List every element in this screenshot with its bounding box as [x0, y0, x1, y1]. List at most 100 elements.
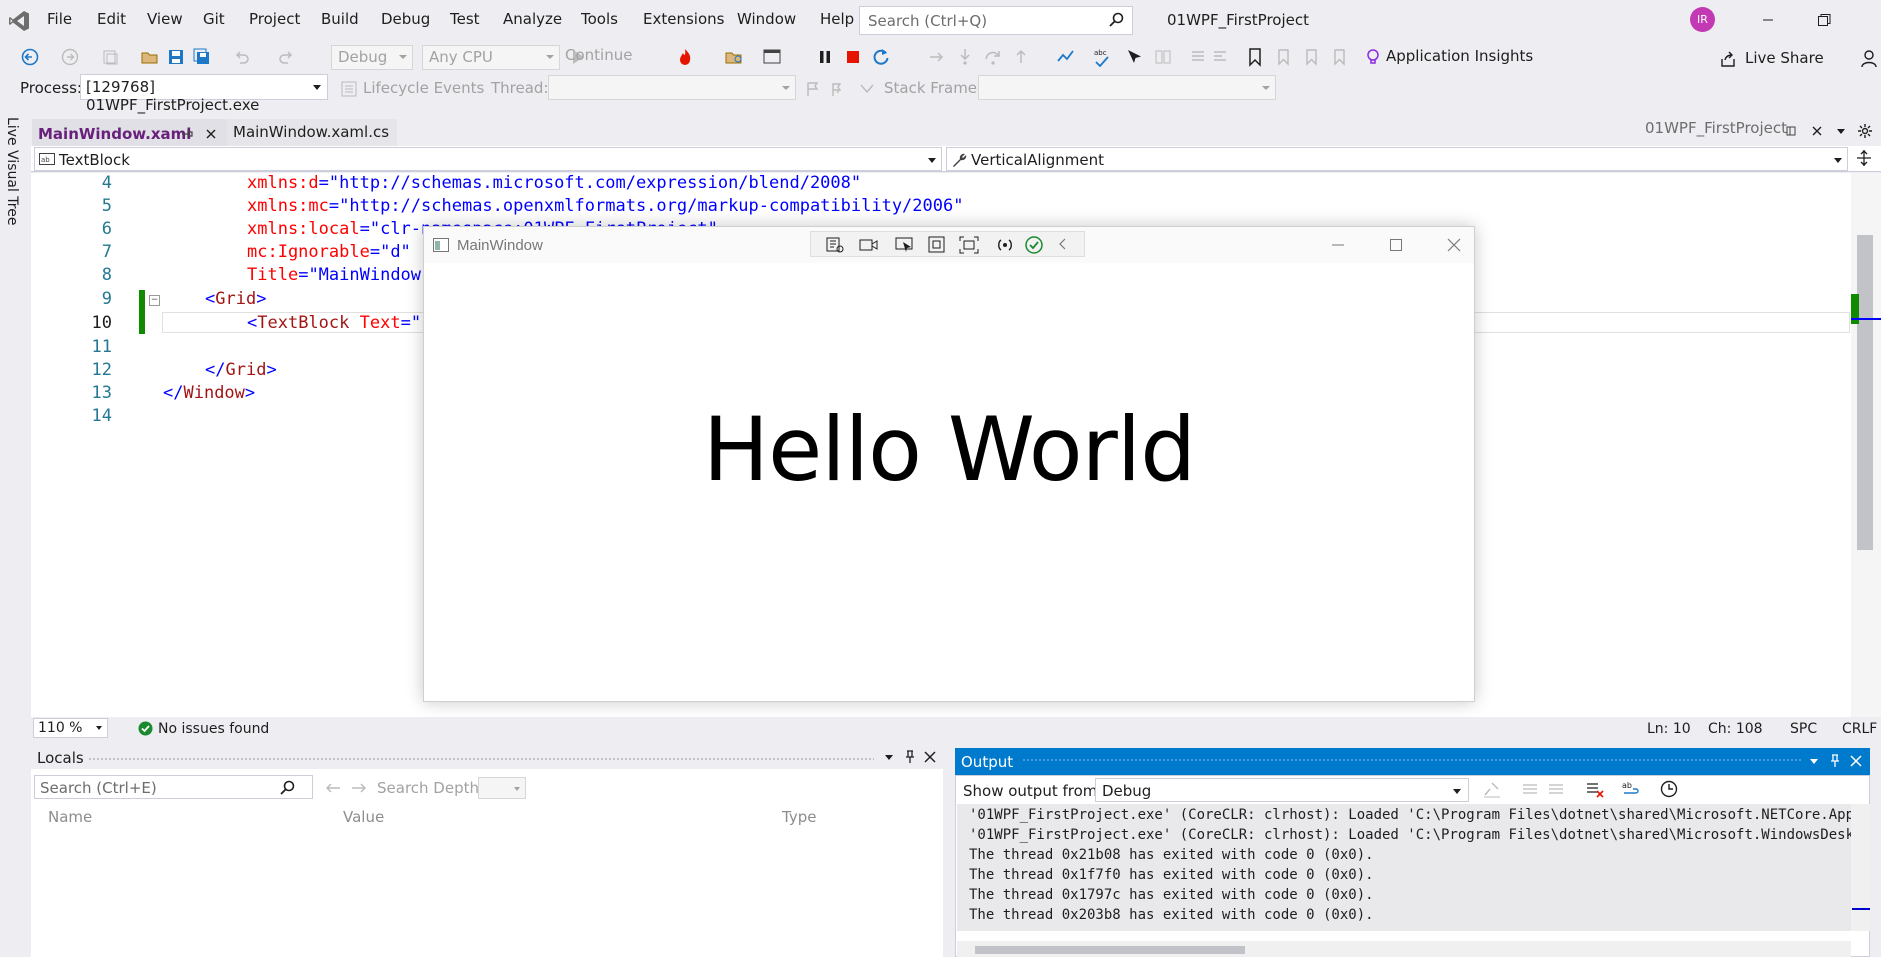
wpf-close-icon[interactable]	[1445, 236, 1463, 254]
binding-failures-icon[interactable]	[995, 236, 1015, 254]
flag-thread-icon[interactable]	[804, 80, 822, 98]
hot-reload-icon[interactable]	[675, 47, 695, 67]
wpf-titlebar[interactable]: MainWindow	[424, 227, 1474, 263]
output-scroll-thumb[interactable]	[975, 946, 1245, 954]
spell-check-icon[interactable]: abc	[1092, 47, 1112, 67]
clear-bookmarks-icon[interactable]	[1329, 47, 1349, 67]
visual-studio-logo-icon[interactable]	[8, 10, 30, 32]
close-tab-icon[interactable]	[204, 127, 218, 141]
diagnostics-icon[interactable]	[1056, 47, 1076, 67]
solution-explorer-icon[interactable]	[724, 47, 744, 67]
search-input[interactable]: Search (Ctrl+Q)	[859, 6, 1133, 35]
toggle-frames-icon[interactable]	[858, 80, 876, 98]
locals-dropdown-icon[interactable]	[883, 751, 895, 763]
open-folder-icon[interactable]	[140, 47, 160, 67]
menu-help[interactable]: Help	[820, 10, 854, 28]
stack-frame-combo[interactable]	[978, 75, 1276, 100]
locals-column-name[interactable]: Name	[48, 808, 92, 826]
menu-extensions[interactable]: Extensions	[643, 10, 724, 28]
previous-message-icon[interactable]	[1520, 779, 1540, 799]
restart-icon[interactable]	[871, 47, 891, 67]
menu-build[interactable]: Build	[321, 10, 359, 28]
line-indicator[interactable]: Ln: 10	[1647, 721, 1691, 737]
locals-pin-icon[interactable]	[903, 749, 917, 765]
redo-icon[interactable]	[276, 47, 296, 67]
output-source-combo[interactable]: Debug	[1095, 778, 1469, 802]
menu-debug[interactable]: Debug	[381, 10, 430, 28]
restore-window-icon[interactable]	[1813, 9, 1835, 31]
settings-gear-icon[interactable]	[1857, 123, 1873, 139]
search-forward-icon[interactable]	[350, 781, 368, 795]
toggle-word-wrap-icon[interactable]: ab	[1621, 779, 1641, 799]
locals-search-input[interactable]: Search (Ctrl+E)	[34, 775, 313, 799]
close-preview-tab-icon[interactable]	[1810, 124, 1824, 138]
select-element-icon[interactable]	[1125, 47, 1145, 67]
zoom-combo[interactable]: 110 %	[33, 718, 108, 738]
find-message-icon[interactable]	[1482, 779, 1502, 799]
output-dropdown-icon[interactable]	[1808, 755, 1820, 767]
tab-mainwindow-xaml-cs[interactable]: MainWindow.xaml.cs	[227, 119, 397, 146]
wpf-minimize-icon[interactable]	[1329, 236, 1347, 254]
locals-close-icon[interactable]	[923, 750, 937, 764]
process-combo[interactable]: [129768] 01WPF_FirstProject.exe	[80, 74, 328, 114]
tab-project-preview[interactable]: 01WPF_FirstProject	[1645, 119, 1787, 137]
go-to-live-visual-tree-icon[interactable]	[825, 236, 845, 254]
next-bookmark-icon[interactable]	[1301, 47, 1321, 67]
menu-file[interactable]: File	[47, 10, 72, 28]
stop-debugging-icon[interactable]	[843, 47, 863, 67]
thread-combo[interactable]	[548, 75, 796, 100]
locals-column-type[interactable]: Type	[782, 808, 816, 826]
wpf-maximize-icon[interactable]	[1387, 236, 1405, 254]
application-insights-button[interactable]: Application Insights	[1386, 47, 1533, 65]
show-next-statement-icon[interactable]	[927, 47, 947, 67]
menu-tools[interactable]: Tools	[581, 10, 618, 28]
navigate-back-icon[interactable]	[20, 47, 40, 67]
user-avatar[interactable]: IR	[1690, 7, 1715, 32]
running-wpf-window[interactable]: MainWindow Hello World	[423, 226, 1475, 702]
output-pin-icon[interactable]	[1828, 753, 1842, 769]
step-over-icon[interactable]	[983, 47, 1003, 67]
collapse-toolbar-icon[interactable]	[1057, 237, 1069, 251]
property-selector-combo[interactable]: VerticalAlignment	[946, 147, 1848, 171]
browse-icon[interactable]	[762, 47, 782, 67]
previous-bookmark-icon[interactable]	[1273, 47, 1293, 67]
clear-all-icon[interactable]	[1585, 779, 1605, 799]
hot-reload-status-icon[interactable]	[1025, 236, 1043, 254]
search-back-icon[interactable]	[324, 781, 342, 795]
column-indicator[interactable]: Ch: 108	[1708, 721, 1763, 737]
split-editor-icon[interactable]	[1855, 149, 1873, 167]
display-layout-adorners-icon[interactable]	[927, 236, 947, 254]
uncomment-icon[interactable]	[1210, 47, 1230, 67]
record-icon[interactable]	[859, 236, 879, 254]
tab-mainwindow-xaml[interactable]: MainWindow.xaml	[32, 119, 227, 146]
whitespace-indicator[interactable]: SPC	[1790, 721, 1817, 737]
comment-out-icon[interactable]	[1188, 47, 1208, 67]
output-close-icon[interactable]	[1849, 754, 1863, 768]
output-grip[interactable]	[1022, 758, 1801, 763]
snapshot-icon[interactable]	[1153, 47, 1173, 67]
editor-scroll-thumb[interactable]	[1857, 235, 1873, 550]
locals-grip[interactable]	[88, 757, 874, 762]
configuration-combo[interactable]: Debug	[331, 45, 413, 70]
track-focus-icon[interactable]	[959, 236, 979, 254]
keep-open-icon[interactable]	[1784, 124, 1798, 138]
element-selector-combo[interactable]: ab TextBlock	[34, 147, 942, 171]
output-vertical-scrollbar[interactable]	[1851, 804, 1870, 931]
save-icon[interactable]	[166, 47, 186, 67]
line-ending-indicator[interactable]: CRLF	[1842, 721, 1877, 737]
menu-window[interactable]: Window	[737, 10, 796, 28]
menu-analyze[interactable]: Analyze	[503, 10, 562, 28]
continue-button[interactable]: Continue	[565, 46, 632, 64]
search-depth-combo[interactable]	[478, 777, 526, 799]
undo-icon[interactable]	[232, 47, 252, 67]
menu-view[interactable]: View	[147, 10, 183, 28]
break-all-icon[interactable]	[815, 47, 835, 67]
platform-combo[interactable]: Any CPU	[422, 45, 560, 70]
collapse-region-icon[interactable]: −	[149, 295, 160, 306]
lifecycle-events-button[interactable]: Lifecycle Events	[363, 79, 484, 97]
select-element-in-app-icon[interactable]	[895, 236, 915, 254]
menu-project[interactable]: Project	[249, 10, 300, 28]
new-project-icon[interactable]	[100, 47, 120, 67]
locals-column-value[interactable]: Value	[343, 808, 384, 826]
live-share-button[interactable]: Live Share	[1745, 49, 1824, 67]
